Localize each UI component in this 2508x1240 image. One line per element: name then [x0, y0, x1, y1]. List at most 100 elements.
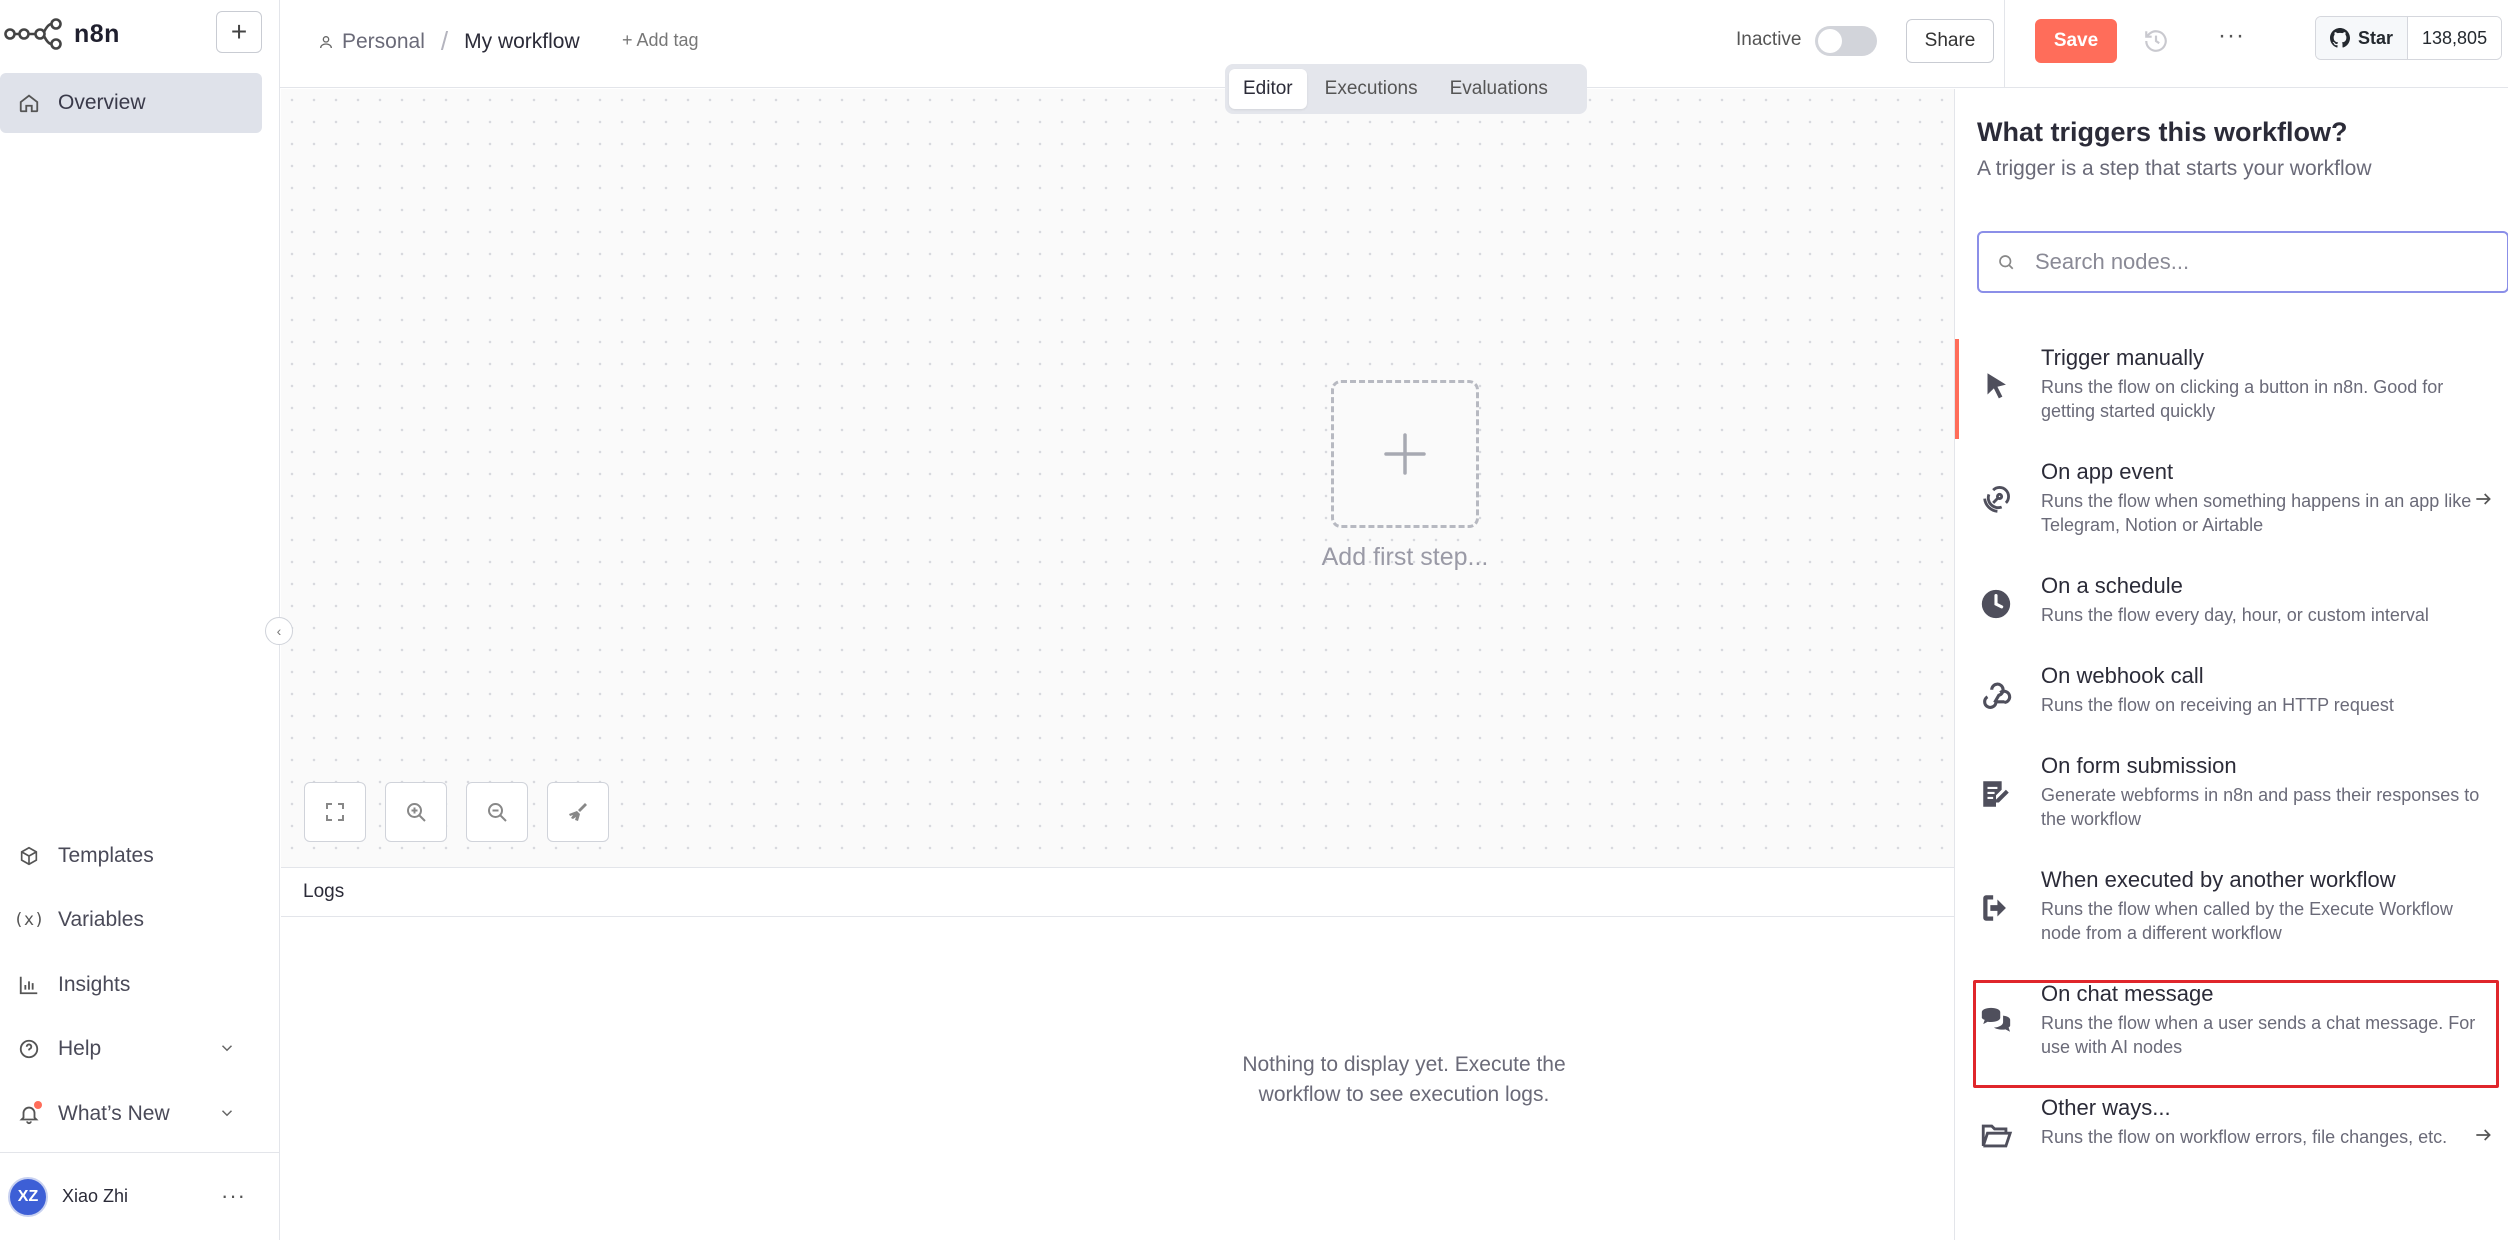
trigger-item-desc: Runs the flow when something happens in … [2041, 491, 2472, 535]
breadcrumb-project[interactable]: Personal [318, 30, 425, 54]
trigger-item-desc: Runs the flow every day, hour, or custom… [2041, 605, 2429, 625]
view-tabs: Editor Executions Evaluations [1225, 64, 1587, 114]
trigger-item-title: On webhook call [2041, 663, 2204, 688]
satellite-icon [1983, 486, 2010, 513]
workflow-name[interactable]: My workflow [464, 30, 580, 54]
folder-open-icon [1981, 1124, 2013, 1148]
github-star-count: 138,805 [2408, 17, 2502, 59]
broom-icon [569, 803, 587, 821]
user-name: Xiao Zhi [62, 1186, 129, 1206]
logs-empty-message: Nothing to display yet. Execute the work… [1204, 1050, 1604, 1110]
chevron-left-icon: ‹ [276, 623, 282, 639]
user-more-icon[interactable]: ··· [221, 1183, 246, 1209]
logs-empty-line1: Nothing to display yet. Execute the [1242, 1053, 1566, 1076]
breadcrumb-project-label: Personal [342, 29, 425, 53]
sidebar-item-insights[interactable]: Insights [0, 959, 262, 1011]
chevron-down-icon [221, 1045, 233, 1052]
zoom-out-icon [488, 803, 507, 822]
arrow-right-icon [2476, 493, 2491, 505]
user-menu[interactable]: XZ Xiao Zhi ··· [0, 1152, 280, 1240]
trigger-item-chat[interactable]: On chat message Runs the flow when a use… [1955, 975, 2508, 1075]
logs-panel [281, 918, 1954, 1240]
trigger-item-desc: Runs the flow when called by the Execute… [2041, 899, 2453, 943]
search-icon [1999, 255, 2014, 270]
trigger-item-title: When executed by another workflow [2041, 867, 2396, 892]
header-divider [2004, 0, 2005, 88]
sidebar-item-label: Overview [58, 91, 146, 114]
trigger-item-title: On a schedule [2041, 573, 2183, 598]
sidebar-item-label: Variables [58, 908, 144, 931]
workflow-canvas[interactable] [281, 89, 1954, 867]
search-input[interactable] [2035, 249, 2475, 275]
zoom-out-button[interactable] [466, 782, 528, 842]
trigger-item-desc: Generate webforms in n8n and pass their … [2041, 785, 2480, 829]
status-label: Inactive [1736, 29, 1802, 50]
user-icon [320, 35, 332, 48]
add-first-step-button[interactable] [1331, 380, 1479, 528]
tab-editor[interactable]: Editor [1229, 69, 1307, 109]
trigger-item-desc: Runs the flow on receiving an HTTP reque… [2041, 695, 2394, 715]
trigger-item-app-event[interactable]: On app event Runs the flow when somethin… [1955, 453, 2508, 553]
zoom-in-icon [407, 803, 426, 822]
sidebar-item-variables[interactable]: (x) Variables [0, 894, 262, 946]
sidebar-item-help[interactable]: Help [0, 1023, 262, 1075]
trigger-item-webhook[interactable]: On webhook call Runs the flow on receivi… [1955, 657, 2508, 733]
github-star-button[interactable]: Star [2316, 17, 2409, 59]
webhook-icon [1983, 682, 2012, 709]
trigger-item-other[interactable]: Other ways... Runs the flow on workflow … [1955, 1089, 2508, 1189]
panel-title: What triggers this workflow? [1977, 117, 2348, 147]
fit-view-button[interactable] [304, 782, 366, 842]
trigger-item-title: On app event [2041, 459, 2174, 484]
chevron-down-icon [221, 1110, 233, 1117]
trigger-item-title: Trigger manually [2041, 345, 2205, 370]
new-button[interactable]: + [216, 11, 262, 53]
tab-executions[interactable]: Executions [1311, 69, 1432, 109]
trigger-item-desc: Runs the flow on clicking a button in n8… [2041, 377, 2444, 421]
trigger-item-desc: Runs the flow on workflow errors, file c… [2041, 1127, 2448, 1147]
github-icon [2330, 28, 2350, 48]
collapse-sidebar-button[interactable]: ‹ [265, 617, 293, 645]
logs-empty-line2: workflow to see execution logs. [1258, 1083, 1550, 1106]
plus-icon: + [230, 16, 248, 47]
trigger-item-title: On chat message [2041, 981, 2214, 1006]
trigger-item-schedule[interactable]: On a schedule Runs the flow every day, h… [1955, 567, 2508, 643]
plus-icon [1384, 433, 1426, 475]
active-toggle[interactable] [1815, 26, 1877, 56]
variable-icon: (x) [13, 910, 45, 930]
logs-title: Logs [303, 881, 345, 902]
tab-evaluations[interactable]: Evaluations [1436, 69, 1562, 109]
clock-icon [1981, 589, 2011, 619]
trigger-item-sub-workflow[interactable]: When executed by another workflow Runs t… [1955, 861, 2508, 961]
sidebar-item-overview[interactable]: Overview [0, 73, 262, 133]
history-icon[interactable] [2143, 28, 2169, 54]
trigger-panel: What triggers this workflow? A trigger i… [1954, 89, 2508, 1240]
avatar: XZ [8, 1176, 48, 1217]
more-options-icon[interactable]: ··· [2218, 22, 2245, 50]
sidebar-item-templates[interactable]: Templates [0, 830, 262, 882]
form-icon [1983, 781, 2009, 807]
logs-header[interactable]: Logs [281, 867, 1954, 917]
trigger-item-title: On form submission [2041, 753, 2237, 778]
chart-icon [18, 974, 40, 996]
sidebar-item-label: Templates [58, 844, 154, 867]
bell-icon [18, 1101, 42, 1125]
trigger-item-desc: Runs the flow when a user sends a chat m… [2041, 1013, 2476, 1057]
trigger-item-form[interactable]: On form submission Generate webforms in … [1955, 747, 2508, 847]
github-star-label: Star [2358, 27, 2394, 48]
sidebar-item-label: Help [58, 1037, 102, 1060]
n8n-logo[interactable]: n8n [4, 14, 120, 54]
share-button[interactable]: Share [1906, 19, 1994, 63]
tidy-up-button[interactable] [547, 782, 609, 842]
sidebar-item-whats-new[interactable]: What’s New [0, 1088, 262, 1140]
add-tag-button[interactable]: + Add tag [622, 30, 699, 51]
sidebar-item-label: What’s New [58, 1102, 170, 1125]
search-field[interactable] [1977, 231, 2508, 293]
github-star-widget[interactable]: Star 138,805 [2315, 16, 2503, 60]
zoom-in-button[interactable] [385, 782, 447, 842]
notification-dot [34, 1101, 42, 1109]
trigger-item-manual[interactable]: Trigger manually Runs the flow on clicki… [1955, 339, 2508, 439]
add-first-step-label: Add first step... [1321, 543, 1489, 571]
breadcrumb-separator: / [440, 26, 449, 56]
home-icon [18, 92, 40, 114]
save-button[interactable]: Save [2035, 19, 2117, 63]
